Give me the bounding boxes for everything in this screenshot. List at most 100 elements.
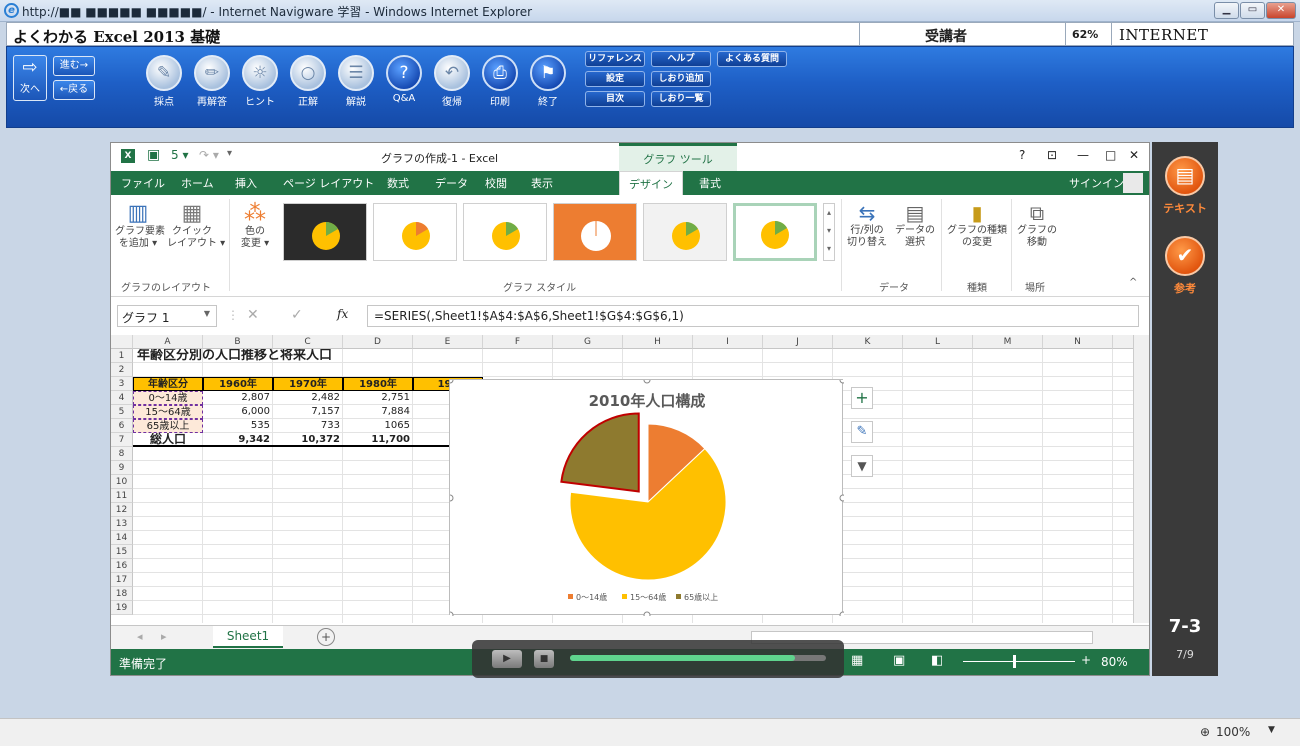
table-header-cell[interactable]: 年齢区分 bbox=[133, 377, 203, 391]
row-header[interactable]: 7 bbox=[111, 433, 133, 447]
column-header[interactable]: E bbox=[413, 335, 483, 349]
quick-layout-button[interactable]: ▦ クイック レイアウト ▾ bbox=[167, 201, 225, 250]
row-header[interactable]: 3 bbox=[111, 377, 133, 391]
add-bookmark-button[interactable]: しおり追加 bbox=[651, 71, 711, 87]
avatar[interactable] bbox=[1123, 173, 1143, 193]
row-header[interactable]: 2 bbox=[111, 363, 133, 377]
faq-button[interactable]: よくある質問 bbox=[717, 51, 787, 67]
tab-page-layout[interactable]: ページ レイアウト bbox=[283, 175, 374, 191]
hint-button[interactable]: ☼ ヒント bbox=[239, 55, 281, 108]
tab-insert[interactable]: 挿入 bbox=[235, 175, 257, 191]
minimize-button[interactable]: ▁ bbox=[1214, 2, 1239, 19]
zoom-slider-thumb[interactable] bbox=[1013, 655, 1016, 668]
column-header[interactable]: B bbox=[203, 335, 273, 349]
ribbon-display-icon[interactable]: ⊡ bbox=[1047, 148, 1057, 162]
change-colors-button[interactable]: ⁂ 色の 変更 ▾ bbox=[235, 201, 275, 250]
chart-elements-button[interactable]: + bbox=[851, 387, 873, 409]
table-cell[interactable]: 7,884 bbox=[343, 405, 413, 419]
tab-design[interactable]: デザイン bbox=[619, 171, 683, 195]
qa-button[interactable]: ? Q&A bbox=[383, 55, 425, 104]
column-header[interactable]: N bbox=[1043, 335, 1113, 349]
help-icon[interactable]: ? bbox=[1019, 148, 1025, 162]
sheet-nav-right-icon[interactable]: ▸ bbox=[161, 630, 167, 643]
table-header-cell[interactable]: 1970年 bbox=[273, 377, 343, 391]
exit-button[interactable]: ⚑ 終了 bbox=[527, 55, 569, 108]
move-chart-button[interactable]: ⧉ グラフの 移動 bbox=[1015, 201, 1059, 249]
tab-home[interactable]: ホーム bbox=[175, 171, 220, 195]
collapse-ribbon-icon[interactable]: ^ bbox=[1129, 277, 1137, 288]
explain-button[interactable]: ☰ 解説 bbox=[335, 55, 377, 108]
video-progress-track[interactable] bbox=[570, 655, 826, 661]
tab-file[interactable]: ファイル bbox=[121, 175, 165, 191]
column-header[interactable]: K bbox=[833, 335, 903, 349]
add-chart-element-button[interactable]: ▥ グラフ要素 を追加 ▾ bbox=[115, 201, 165, 250]
row-header[interactable]: 5 bbox=[111, 405, 133, 419]
table-cell[interactable]: 6,000 bbox=[203, 405, 273, 419]
row-header[interactable]: 10 bbox=[111, 475, 133, 489]
sheet-nav-left-icon[interactable]: ◂ bbox=[137, 630, 143, 643]
column-header[interactable]: M bbox=[973, 335, 1043, 349]
help-button[interactable]: ヘルプ bbox=[651, 51, 711, 67]
reference-button[interactable]: リファレンス bbox=[585, 51, 645, 67]
table-cell[interactable]: 2,751 bbox=[343, 391, 413, 405]
column-header[interactable]: D bbox=[343, 335, 413, 349]
toc-button[interactable]: 目次 bbox=[585, 91, 645, 107]
excel-close-icon[interactable]: ✕ bbox=[1129, 148, 1139, 162]
answer-button[interactable]: ○ 正解 bbox=[287, 55, 329, 108]
stop-button[interactable]: ■ bbox=[534, 650, 554, 668]
select-data-button[interactable]: ▤ データの 選択 bbox=[893, 201, 937, 249]
zoom-in-icon[interactable]: + bbox=[1081, 653, 1091, 667]
total-cell[interactable]: 11,700 bbox=[343, 433, 413, 447]
tab-review[interactable]: 校閲 bbox=[485, 175, 507, 191]
chart-style-2[interactable] bbox=[373, 203, 457, 261]
column-header[interactable]: H bbox=[623, 335, 693, 349]
table-cell[interactable]: 7,157 bbox=[273, 405, 343, 419]
column-header[interactable]: J bbox=[763, 335, 833, 349]
chart-style-6[interactable] bbox=[733, 203, 817, 261]
tab-view[interactable]: 表示 bbox=[531, 175, 553, 191]
restore-button[interactable]: ↶ 復帰 bbox=[431, 55, 473, 108]
total-cell[interactable]: 総人口 bbox=[133, 433, 203, 447]
table-cell[interactable]: 0〜14歳 bbox=[133, 391, 203, 405]
change-chart-type-button[interactable]: ▮ グラフの種類 の変更 bbox=[945, 201, 1009, 249]
maximize-button[interactable]: ▭ bbox=[1240, 2, 1265, 19]
table-cell[interactable]: 2,482 bbox=[273, 391, 343, 405]
browser-zoom[interactable]: 100% bbox=[1216, 725, 1250, 739]
excel-maximize-icon[interactable]: □ bbox=[1105, 148, 1116, 162]
row-header[interactable]: 14 bbox=[111, 531, 133, 545]
table-cell[interactable]: 733 bbox=[273, 419, 343, 433]
column-header[interactable]: C bbox=[273, 335, 343, 349]
print-button[interactable]: ⎙ 印刷 bbox=[479, 55, 521, 108]
total-cell[interactable]: 10,372 bbox=[273, 433, 343, 447]
undo-icon[interactable]: 5 ▾ bbox=[171, 148, 188, 162]
enter-icon[interactable]: ✓ bbox=[291, 307, 303, 323]
chart-style-5[interactable] bbox=[643, 203, 727, 261]
reference-side-button[interactable]: ✔ bbox=[1165, 236, 1205, 276]
play-button[interactable]: ▶ bbox=[492, 650, 522, 668]
formula-input[interactable]: =SERIES(,Sheet1!$A$4:$A$6,Sheet1!$G$4:$G… bbox=[367, 305, 1139, 327]
customize-qat-icon[interactable]: ▾ bbox=[227, 148, 232, 159]
column-header[interactable]: F bbox=[483, 335, 553, 349]
reanswer-button[interactable]: ✏ 再解答 bbox=[191, 55, 233, 108]
column-header[interactable]: G bbox=[553, 335, 623, 349]
table-cell[interactable]: 535 bbox=[203, 419, 273, 433]
row-header[interactable]: 18 bbox=[111, 587, 133, 601]
vertical-scrollbar[interactable] bbox=[1133, 335, 1149, 623]
row-header[interactable]: 11 bbox=[111, 489, 133, 503]
table-cell[interactable]: 65歳以上 bbox=[133, 419, 203, 433]
row-header[interactable]: 13 bbox=[111, 517, 133, 531]
row-header[interactable]: 15 bbox=[111, 545, 133, 559]
row-header[interactable]: 4 bbox=[111, 391, 133, 405]
redo-icon[interactable]: ↷ ▾ bbox=[199, 148, 219, 162]
sheet-title-cell[interactable]: 年齢区分別の人口推移と将来人口 bbox=[137, 349, 437, 363]
cancel-icon[interactable]: ✕ bbox=[247, 307, 259, 323]
back-button[interactable]: ←戻る bbox=[53, 80, 95, 100]
chevron-down-icon[interactable]: ▼ bbox=[1268, 725, 1275, 735]
chart-filter-icon[interactable]: ▼ bbox=[851, 455, 873, 477]
total-cell[interactable]: 9,342 bbox=[203, 433, 273, 447]
chart-style-3[interactable] bbox=[463, 203, 547, 261]
row-header[interactable]: 1 bbox=[111, 349, 133, 363]
page-layout-view-icon[interactable]: ▣ bbox=[893, 653, 905, 668]
chart-style-4[interactable] bbox=[553, 203, 637, 261]
row-header[interactable]: 8 bbox=[111, 447, 133, 461]
